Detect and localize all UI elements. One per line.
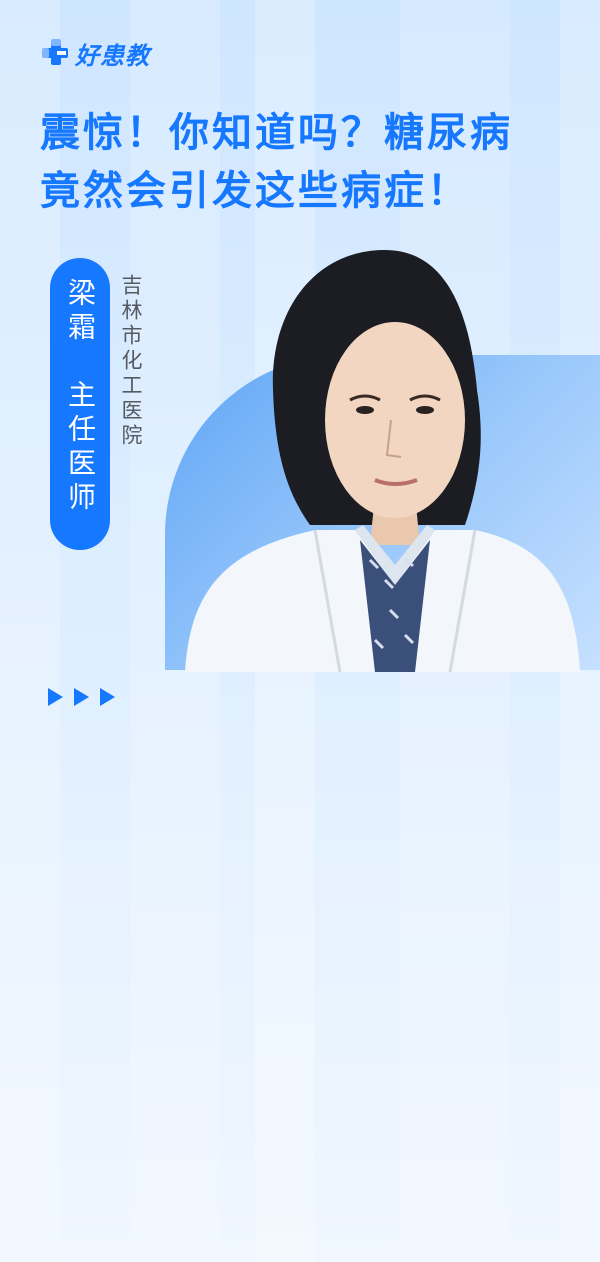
poster: 好患教 震惊！你知道吗？糖尿病 竟然会引发这些病症！ 梁霜 主任医师 吉林市化工… (0, 0, 600, 1262)
page-title: 震惊！你知道吗？糖尿病 竟然会引发这些病症！ (40, 104, 580, 220)
doctor-name: 梁霜 (64, 278, 97, 346)
doctor-title: 主任医师 (64, 380, 97, 516)
medical-cross-logo-icon (42, 39, 68, 65)
brand-logo: 好患教 (40, 36, 150, 70)
triple-play-arrows-icon (48, 688, 126, 706)
title-line-1: 震惊！你知道吗？糖尿病 (40, 110, 513, 156)
play-arrow-icon (74, 688, 89, 706)
play-arrow-icon (48, 688, 63, 706)
doctor-badge: 梁霜 主任医师 (50, 258, 110, 550)
brand-name: 好患教 (75, 41, 150, 70)
doctor-hospital: 吉林市化工医院 (119, 274, 143, 449)
play-arrow-icon (100, 688, 115, 706)
title-line-2: 竟然会引发这些病症！ (40, 168, 470, 214)
doctor-portrait (185, 250, 580, 672)
